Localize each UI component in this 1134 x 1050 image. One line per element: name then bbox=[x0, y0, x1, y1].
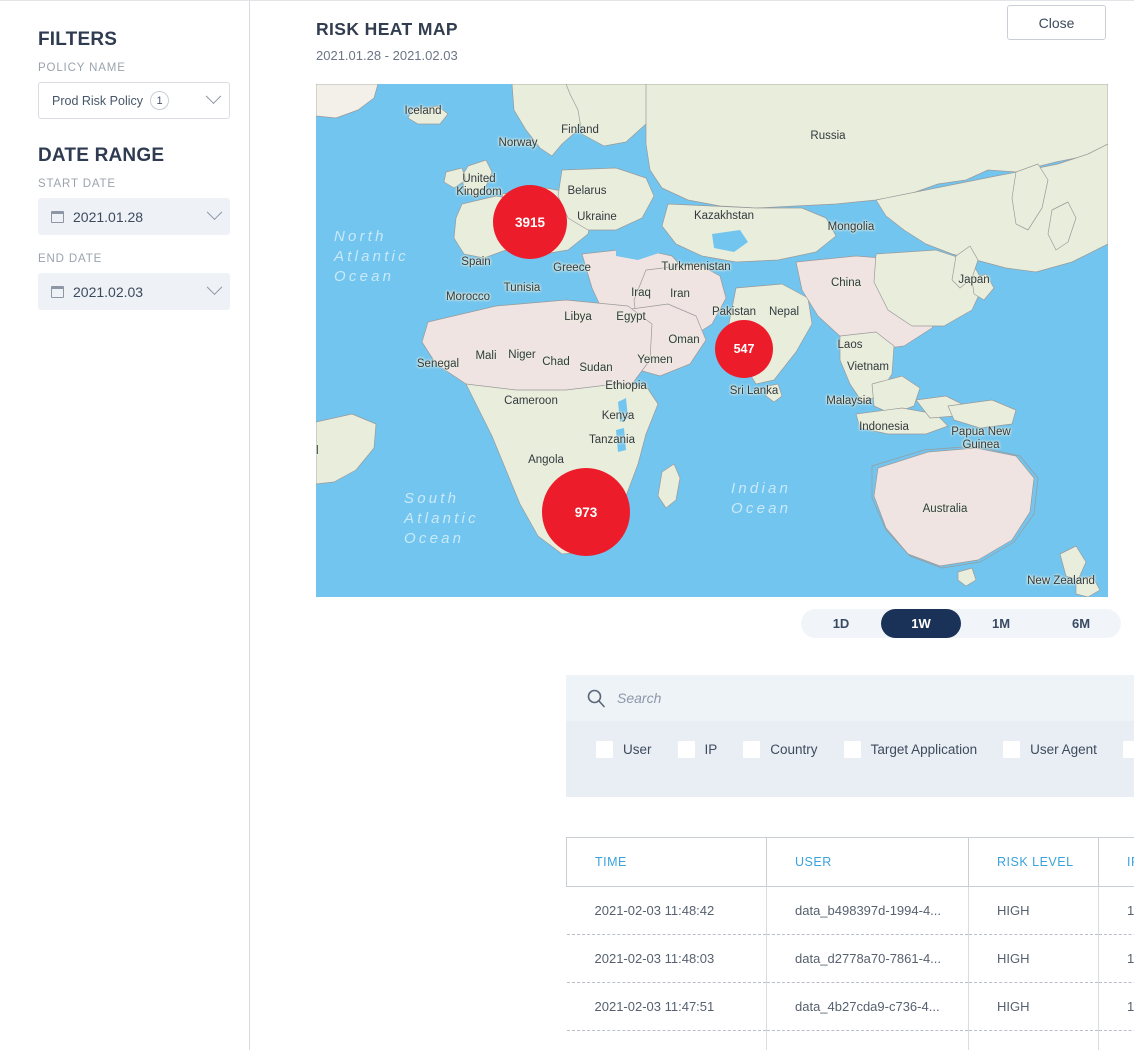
risk-heat-map-page: FILTERS POLICY NAME Prod Risk Policy 1 D… bbox=[0, 0, 1134, 1050]
filter-checkbox-target-application[interactable]: Target Application bbox=[843, 741, 978, 758]
chevron-down-icon bbox=[206, 279, 223, 296]
date-range-title: DATE RANGE bbox=[38, 145, 165, 166]
map-marker-bubble[interactable]: 3915 bbox=[493, 185, 567, 259]
cell-empty bbox=[766, 1030, 969, 1050]
search-icon bbox=[586, 688, 606, 708]
filter-checkbox-os[interactable]: OS bbox=[1122, 741, 1134, 758]
end-date-field[interactable]: 2021.02.03 bbox=[38, 273, 230, 310]
filters-sidebar: FILTERS POLICY NAME Prod Risk Policy 1 D… bbox=[0, 1, 250, 1050]
time-range-toggle[interactable]: 1D 1W 1M 6M bbox=[801, 609, 1121, 638]
filters-title: FILTERS bbox=[38, 29, 118, 50]
page-subtitle-daterange: 2021.01.28 - 2021.02.03 bbox=[316, 48, 458, 63]
end-date-label: END DATE bbox=[38, 253, 103, 265]
policy-name-select[interactable]: Prod Risk Policy 1 bbox=[38, 82, 230, 119]
cell-time: 2021-02-03 11:48:42 bbox=[566, 886, 767, 935]
column-header-risk-level[interactable]: RISK LEVEL bbox=[968, 837, 1099, 887]
filter-checkbox-label: Country bbox=[770, 742, 818, 757]
table-header-row: TIME USER RISK LEVEL IP COUNTRY bbox=[566, 837, 1134, 887]
column-header-user[interactable]: USER bbox=[766, 837, 969, 887]
table-row[interactable]: 2021-02-03 11:48:03 data_d2778a70-7861-4.… bbox=[566, 934, 1134, 983]
filter-checkbox-user[interactable]: User bbox=[596, 741, 652, 758]
table-row[interactable]: 2021-02-03 11:48:42 data_b498397d-1994-4.… bbox=[566, 886, 1134, 935]
policy-count-badge: 1 bbox=[150, 91, 169, 110]
checkbox-icon[interactable] bbox=[843, 741, 861, 758]
filter-checkbox-label: Target Application bbox=[870, 742, 978, 757]
filter-checkbox-row: User IP Country Target Application User Agen… bbox=[596, 741, 1134, 758]
filter-checkbox-country[interactable]: Country bbox=[743, 741, 818, 758]
cell-risk-level: HIGH bbox=[968, 934, 1099, 983]
table-body: 2021-02-03 11:48:42 data_b498397d-1994-4.… bbox=[566, 886, 1134, 1050]
end-date-value: 2021.02.03 bbox=[73, 283, 144, 300]
cell-user: data_b498397d-1994-4... bbox=[766, 886, 969, 935]
checkbox-icon[interactable] bbox=[677, 741, 695, 758]
search-and-filters-panel: Filters UserIPCountryTarget ApplicationU… bbox=[566, 675, 1134, 797]
start-date-label: START DATE bbox=[38, 178, 116, 190]
map-geography bbox=[316, 84, 1108, 597]
main-content: RISK HEAT MAP 2021.01.28 - 2021.02.03 Cl… bbox=[250, 1, 1134, 1050]
policy-name-label: POLICY NAME bbox=[38, 62, 126, 74]
start-date-field[interactable]: 2021.01.28 bbox=[38, 198, 230, 235]
page-header: RISK HEAT MAP 2021.01.28 - 2021.02.03 Cl… bbox=[250, 1, 1134, 63]
filter-checkbox-label: IP bbox=[704, 742, 718, 757]
filter-checkbox-label: User Agent bbox=[1030, 742, 1097, 757]
cell-user: data_d2778a70-7861-4... bbox=[766, 934, 969, 983]
filter-checkbox-user-agent[interactable]: User Agent bbox=[1003, 741, 1097, 758]
checkbox-icon[interactable] bbox=[1003, 741, 1021, 758]
cell-user: data_4b27cda9-c736-4... bbox=[766, 982, 969, 1031]
cell-ip: 165.225.106.106 bbox=[1098, 982, 1134, 1031]
range-button-1m[interactable]: 1M bbox=[961, 609, 1041, 638]
table-row[interactable] bbox=[566, 1030, 1134, 1050]
checkbox-icon[interactable] bbox=[743, 741, 761, 758]
calendar-icon bbox=[51, 210, 64, 223]
filter-checkbox-ip[interactable]: IP bbox=[677, 741, 718, 758]
search-input[interactable] bbox=[617, 676, 1134, 720]
column-header-ip[interactable]: IP bbox=[1098, 837, 1134, 887]
cell-time: 2021-02-03 11:48:03 bbox=[566, 934, 767, 983]
cell-empty bbox=[1098, 1030, 1134, 1050]
world-map[interactable]: North Atlantic Ocean South Atlantic Ocean Indi… bbox=[316, 84, 1108, 597]
map-marker-bubble[interactable]: 547 bbox=[715, 320, 773, 378]
cell-empty bbox=[968, 1030, 1099, 1050]
calendar-icon bbox=[51, 285, 64, 298]
chevron-down-icon bbox=[206, 204, 223, 221]
start-date-value: 2021.01.28 bbox=[73, 208, 144, 225]
cell-risk-level: HIGH bbox=[968, 982, 1099, 1031]
range-button-6m[interactable]: 6M bbox=[1041, 609, 1121, 638]
cell-time: 2021-02-03 11:47:51 bbox=[566, 982, 767, 1031]
cell-ip: 165.225.106.60 bbox=[1098, 934, 1134, 983]
policy-name-value: Prod Risk Policy bbox=[52, 93, 143, 108]
close-button[interactable]: Close bbox=[1007, 5, 1106, 40]
checkbox-icon[interactable] bbox=[596, 741, 613, 758]
range-button-1w[interactable]: 1W bbox=[881, 609, 961, 638]
search-bar[interactable] bbox=[566, 675, 1134, 721]
chevron-down-icon bbox=[205, 88, 222, 105]
range-button-1d[interactable]: 1D bbox=[801, 609, 881, 638]
cell-risk-level: HIGH bbox=[968, 886, 1099, 935]
cell-ip: 165.225.106.51 bbox=[1098, 886, 1134, 935]
cell-empty bbox=[566, 1030, 767, 1050]
filter-checkbox-label: User bbox=[623, 742, 652, 757]
map-marker-bubble[interactable]: 973 bbox=[542, 468, 630, 556]
table-row[interactable]: 2021-02-03 11:47:51 data_4b27cda9-c736-4.… bbox=[566, 982, 1134, 1031]
column-header-time[interactable]: TIME bbox=[566, 837, 767, 887]
risk-events-table[interactable]: TIME USER RISK LEVEL IP COUNTRY 2021-02-… bbox=[566, 837, 1134, 1050]
checkbox-icon[interactable] bbox=[1122, 741, 1134, 758]
